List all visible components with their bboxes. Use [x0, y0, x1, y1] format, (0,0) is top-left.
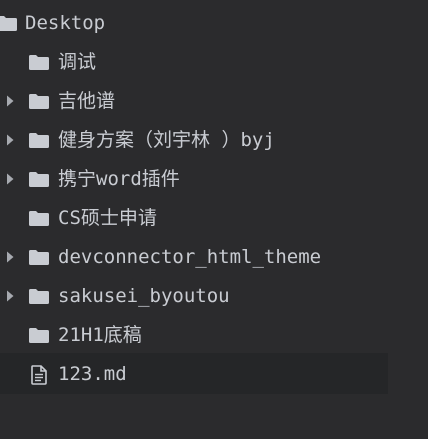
tree-item-folder[interactable]: 携宁word插件	[0, 159, 388, 198]
tree-item-label: 调试	[58, 50, 97, 73]
folder-icon	[0, 14, 18, 32]
file-tree: Desktop 调试 吉他谱 健身方案（刘宇林 ）byj 携宁word插件 CS…	[0, 0, 428, 439]
tree-item-label: 携宁word插件	[58, 167, 180, 190]
folder-icon	[28, 287, 50, 305]
tree-root-desktop[interactable]: Desktop	[0, 3, 388, 42]
tree-item-label: devconnector_html_theme	[58, 245, 322, 268]
file-icon	[28, 364, 50, 385]
folder-icon	[28, 92, 50, 110]
tree-item-folder[interactable]: CS硕士申请	[0, 198, 388, 237]
tree-item-folder[interactable]: 调试	[0, 42, 388, 81]
tree-item-label: CS硕士申请	[58, 206, 157, 229]
folder-icon	[28, 209, 50, 227]
tree-item-label: sakusei_byoutou	[58, 284, 230, 307]
tree-item-label: 123.md	[58, 362, 127, 385]
tree-item-label: 吉他谱	[58, 89, 116, 112]
tree-item-folder[interactable]: 健身方案（刘宇林 ）byj	[0, 120, 388, 159]
tree-root-label: Desktop	[25, 11, 106, 34]
chevron-right-icon[interactable]	[6, 251, 14, 263]
folder-icon	[28, 53, 50, 71]
chevron-right-icon[interactable]	[6, 173, 14, 185]
tree-item-folder[interactable]: 吉他谱	[0, 81, 388, 120]
folder-icon	[28, 170, 50, 188]
tree-item-label: 21H1底稿	[58, 323, 142, 346]
chevron-right-icon[interactable]	[6, 134, 14, 146]
chevron-right-icon[interactable]	[6, 290, 14, 302]
folder-icon	[28, 248, 50, 266]
folder-icon	[28, 326, 50, 344]
tree-item-folder[interactable]: devconnector_html_theme	[0, 237, 388, 276]
tree-item-folder[interactable]: sakusei_byoutou	[0, 276, 388, 315]
tree-item-folder[interactable]: 21H1底稿	[0, 315, 388, 354]
chevron-right-icon[interactable]	[6, 95, 14, 107]
tree-item-label: 健身方案（刘宇林 ）byj	[58, 128, 275, 151]
tree-item-file[interactable]: 123.md	[0, 353, 388, 394]
folder-icon	[28, 131, 50, 149]
